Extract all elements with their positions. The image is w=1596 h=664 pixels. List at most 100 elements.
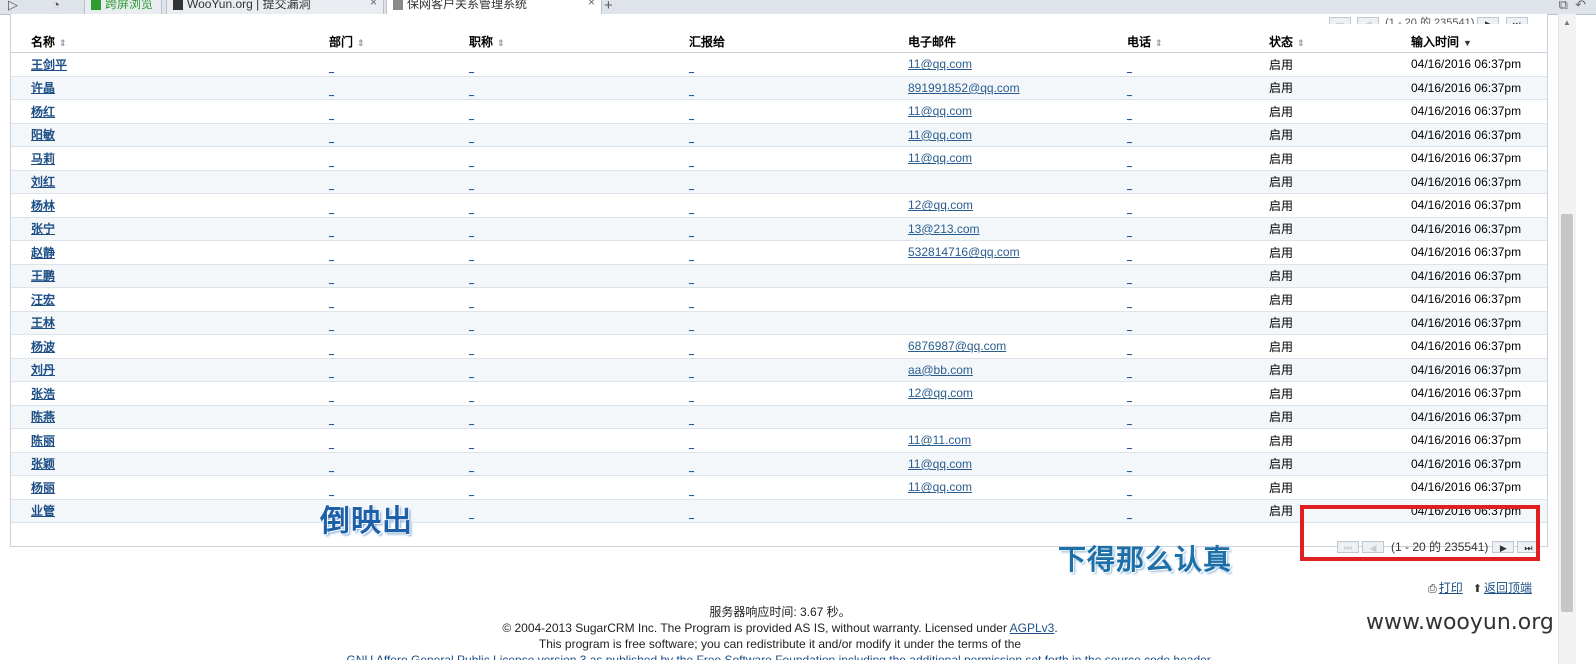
email-link[interactable]: 11@11.com bbox=[908, 433, 971, 447]
empty-value-link[interactable]: _ bbox=[689, 486, 694, 496]
empty-value-link[interactable]: _ bbox=[689, 462, 694, 472]
empty-value-link[interactable]: _ bbox=[329, 486, 334, 496]
first-page-button[interactable]: ⏮ bbox=[1329, 17, 1351, 24]
window-controls[interactable]: ⧉ ↶ bbox=[1559, 0, 1586, 13]
contact-name-link[interactable]: 汪宏 bbox=[31, 293, 55, 307]
contact-name-link[interactable]: 刘红 bbox=[31, 175, 55, 189]
tab-cross-screen[interactable]: 跨屏浏览 bbox=[84, 0, 162, 14]
empty-value-link[interactable]: _ bbox=[329, 251, 334, 261]
empty-value-link[interactable]: _ bbox=[469, 415, 474, 425]
email-link[interactable]: 6876987@qq.com bbox=[908, 339, 1006, 353]
empty-value-link[interactable]: _ bbox=[1127, 274, 1132, 284]
empty-value-link[interactable]: _ bbox=[1127, 251, 1132, 261]
sort-icon[interactable]: ⇕ bbox=[1155, 38, 1163, 48]
contact-name-link[interactable]: 张宁 bbox=[31, 222, 55, 236]
empty-value-link[interactable]: _ bbox=[1127, 486, 1132, 496]
contact-name-link[interactable]: 陈燕 bbox=[31, 410, 55, 424]
empty-value-link[interactable]: _ bbox=[329, 86, 334, 96]
empty-value-link[interactable]: _ bbox=[469, 486, 474, 496]
history-icon[interactable]: ◔ bbox=[52, 0, 60, 13]
email-link[interactable]: 11@qq.com bbox=[908, 457, 972, 471]
empty-value-link[interactable]: _ bbox=[1127, 345, 1132, 355]
empty-value-link[interactable]: _ bbox=[1127, 368, 1132, 378]
sort-icon[interactable]: ⇕ bbox=[1297, 38, 1305, 48]
sidebar-toggle-icon[interactable]: ▷ bbox=[8, 0, 18, 13]
contact-name-link[interactable]: 陈丽 bbox=[31, 434, 55, 448]
scroll-up-icon[interactable]: ▲ bbox=[1563, 18, 1571, 27]
empty-value-link[interactable]: _ bbox=[689, 298, 694, 308]
contact-name-link[interactable]: 杨林 bbox=[31, 199, 55, 213]
contact-name-link[interactable]: 王林 bbox=[31, 316, 55, 330]
empty-value-link[interactable]: _ bbox=[329, 321, 334, 331]
scrollbar-thumb[interactable] bbox=[1561, 214, 1573, 612]
email-link[interactable]: 11@qq.com bbox=[908, 480, 972, 494]
empty-value-link[interactable]: _ bbox=[1127, 392, 1132, 402]
contact-name-link[interactable]: 杨丽 bbox=[31, 481, 55, 495]
empty-value-link[interactable]: _ bbox=[469, 392, 474, 402]
email-link[interactable]: 11@qq.com bbox=[908, 57, 972, 71]
empty-value-link[interactable]: _ bbox=[329, 157, 334, 167]
empty-value-link[interactable]: _ bbox=[689, 110, 694, 120]
contact-name-link[interactable]: 杨红 bbox=[31, 105, 55, 119]
column-header[interactable]: 部门 ⇕ bbox=[309, 30, 449, 53]
empty-value-link[interactable]: _ bbox=[469, 368, 474, 378]
empty-value-link[interactable]: _ bbox=[329, 462, 334, 472]
empty-value-link[interactable]: _ bbox=[469, 509, 474, 519]
sort-desc-icon[interactable]: ▼ bbox=[1463, 38, 1472, 48]
empty-value-link[interactable]: _ bbox=[329, 274, 334, 284]
email-link[interactable]: 11@qq.com bbox=[908, 128, 972, 142]
close-icon[interactable]: × bbox=[370, 0, 377, 8]
email-link[interactable]: 13@213.com bbox=[908, 222, 980, 236]
empty-value-link[interactable]: _ bbox=[689, 133, 694, 143]
new-tab-button[interactable]: + bbox=[604, 0, 613, 14]
column-header[interactable]: 状态 ⇕ bbox=[1249, 30, 1391, 53]
email-link[interactable]: 11@qq.com bbox=[908, 151, 972, 165]
sort-icon[interactable]: ⇕ bbox=[497, 38, 505, 48]
empty-value-link[interactable]: _ bbox=[469, 439, 474, 449]
empty-value-link[interactable]: _ bbox=[1127, 298, 1132, 308]
restore-icon[interactable]: ⧉ bbox=[1559, 0, 1568, 12]
empty-value-link[interactable]: _ bbox=[689, 274, 694, 284]
contact-name-link[interactable]: 马莉 bbox=[31, 152, 55, 166]
column-header[interactable]: 输入时间 ▼ bbox=[1391, 30, 1547, 53]
empty-value-link[interactable]: _ bbox=[469, 462, 474, 472]
empty-value-link[interactable]: _ bbox=[689, 415, 694, 425]
empty-value-link[interactable]: _ bbox=[1127, 133, 1132, 143]
empty-value-link[interactable]: _ bbox=[329, 345, 334, 355]
contact-name-link[interactable]: 王剑平 bbox=[31, 58, 67, 72]
tab-crm[interactable]: 保网客户关系管理系统 × bbox=[386, 0, 602, 14]
empty-value-link[interactable]: _ bbox=[469, 227, 474, 237]
empty-value-link[interactable]: _ bbox=[329, 392, 334, 402]
empty-value-link[interactable]: _ bbox=[469, 204, 474, 214]
empty-value-link[interactable]: _ bbox=[689, 392, 694, 402]
email-link[interactable]: 12@qq.com bbox=[908, 386, 973, 400]
empty-value-link[interactable]: _ bbox=[689, 439, 694, 449]
empty-value-link[interactable]: _ bbox=[1127, 110, 1132, 120]
column-header[interactable]: 电子邮件 bbox=[888, 30, 1107, 53]
contact-name-link[interactable]: 张颖 bbox=[31, 457, 55, 471]
empty-value-link[interactable]: _ bbox=[329, 180, 334, 190]
empty-value-link[interactable]: _ bbox=[689, 368, 694, 378]
empty-value-link[interactable]: _ bbox=[329, 204, 334, 214]
empty-value-link[interactable]: _ bbox=[1127, 415, 1132, 425]
empty-value-link[interactable]: _ bbox=[469, 157, 474, 167]
empty-value-link[interactable]: _ bbox=[689, 63, 694, 73]
empty-value-link[interactable]: _ bbox=[469, 180, 474, 190]
close-icon[interactable]: × bbox=[588, 0, 595, 8]
empty-value-link[interactable]: _ bbox=[689, 157, 694, 167]
contact-name-link[interactable]: 业管 bbox=[31, 504, 55, 518]
empty-value-link[interactable]: _ bbox=[1127, 439, 1132, 449]
empty-value-link[interactable]: _ bbox=[469, 251, 474, 261]
empty-value-link[interactable]: _ bbox=[689, 321, 694, 331]
contact-name-link[interactable]: 许晶 bbox=[31, 81, 55, 95]
sort-icon[interactable]: ⇕ bbox=[357, 38, 365, 48]
empty-value-link[interactable]: _ bbox=[469, 63, 474, 73]
empty-value-link[interactable]: _ bbox=[1127, 63, 1132, 73]
empty-value-link[interactable]: _ bbox=[329, 439, 334, 449]
empty-value-link[interactable]: _ bbox=[1127, 509, 1132, 519]
empty-value-link[interactable]: _ bbox=[689, 204, 694, 214]
contact-name-link[interactable]: 刘丹 bbox=[31, 363, 55, 377]
empty-value-link[interactable]: _ bbox=[689, 86, 694, 96]
empty-value-link[interactable]: _ bbox=[1127, 180, 1132, 190]
empty-value-link[interactable]: _ bbox=[689, 180, 694, 190]
